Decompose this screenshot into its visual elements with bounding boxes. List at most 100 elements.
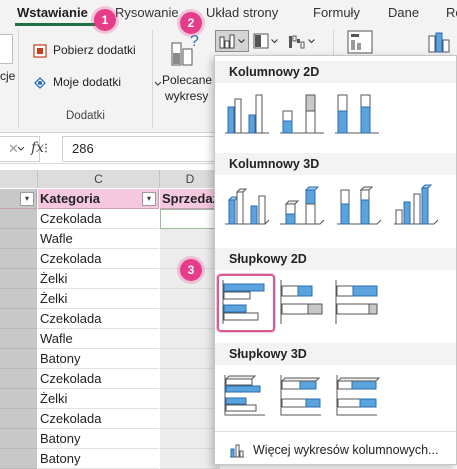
get-addins-button[interactable]: Pobierz dodatki [32,42,167,62]
recommended-charts-label-1: Polecane [162,73,213,87]
table-row[interactable] [0,309,37,329]
kategoria-cell[interactable]: Żelki [38,389,159,409]
header-cell-b[interactable]: ▾ [0,189,37,209]
column-chart-dropdown: Kolumnowy 2D Kolumnowy 3D Słupkowy 2D Sł… [214,55,457,465]
kategoria-cell[interactable]: Wafle [38,229,159,249]
column-header-d[interactable]: D [160,170,221,188]
sprzedaz-cell[interactable] [160,349,220,369]
step-badge-2: 2 [180,12,202,34]
sprzedaz-cell[interactable] [160,309,220,329]
table-row[interactable] [0,349,37,369]
clustered-column-icon [225,94,269,134]
kategoria-cell[interactable]: Batony [38,429,159,449]
kategoria-cell[interactable]: Żelki [38,269,159,289]
kategoria-cell[interactable]: Batony [38,349,159,369]
table-row[interactable] [0,389,37,409]
pivot-chart-button[interactable] [343,28,379,58]
table-row[interactable] [0,229,37,249]
sprzedaz-cell[interactable] [160,229,220,249]
stacked-100-column-3d-option[interactable] [333,180,385,232]
sprzedaz-cell[interactable] [160,389,220,409]
column-chart-button[interactable] [215,30,249,52]
waterfall-chart-icon [289,35,305,49]
kategoria-cell[interactable]: Czekolada [38,209,159,229]
cancel-icon[interactable]: ✕ [8,141,19,157]
cut-off-button[interactable] [0,34,13,64]
cut-off-label: cje [0,69,16,83]
clustered-bar-option[interactable] [217,274,275,332]
group-label-dodatki: Dodatki [66,110,105,122]
table-row[interactable] [0,249,37,269]
tab-recenzja[interactable]: Re [446,5,457,20]
sprzedaz-cell[interactable] [160,449,220,469]
clustered-column-option[interactable] [221,87,273,139]
kategoria-cell[interactable]: Czekolada [38,369,159,389]
stacked-100-bar-3d-option[interactable] [333,369,385,421]
sprzedaz-cell[interactable] [160,329,220,349]
hierarchy-chart-icon [253,33,269,49]
kategoria-cell[interactable]: Czekolada [38,309,159,329]
filter-dropdown-icon[interactable]: ▾ [142,192,156,206]
section-title-column-2d: Kolumnowy 2D [215,61,456,83]
waterfall-chart-button[interactable] [286,30,318,52]
column-3d-option[interactable] [390,180,442,232]
column-3d-icon [394,184,439,225]
stacked-100-bar-icon [335,280,378,324]
table-row[interactable] [0,289,37,309]
tab-wstawianie[interactable]: Wstawianie [17,5,88,20]
my-addins-button[interactable]: Moje dodatki [32,73,167,93]
table-row[interactable] [0,329,37,349]
stacked-column-option[interactable] [276,87,328,139]
divider [215,431,456,432]
kategoria-cell[interactable]: Czekolada [38,409,159,429]
column-header-b[interactable] [0,170,38,188]
stacked-bar-option[interactable] [278,276,330,328]
svg-text:?: ? [190,33,199,50]
stacked-column-3d-option[interactable] [276,180,328,232]
section-title-bar-2d: Słupkowy 2D [215,248,456,270]
chevron-down-icon [238,39,245,44]
ribbon-tab-bar: Wstawianie Rysowanie Układ strony Formuł… [0,0,457,26]
my-addins-label: Moje dodatki [53,75,122,89]
store-icon [33,44,47,58]
fx-label[interactable]: fx [31,140,44,156]
clustered-column-3d-option[interactable] [221,180,273,232]
sprzedaz-cell[interactable] [160,409,220,429]
divider [18,30,19,128]
tab-uklad-strony[interactable]: Układ strony [206,5,278,20]
table-row[interactable] [0,269,37,289]
column-header-c[interactable]: C [38,170,160,188]
sprzedaz-cell[interactable] [160,369,220,389]
table-row[interactable] [0,369,37,389]
stacked-column-icon [280,94,324,134]
header-cell-sprzedaz[interactable]: Sprzedaż [160,189,220,209]
stacked-100-column-icon [335,94,379,134]
recommended-charts-label-2: wykresy [165,89,209,103]
clustered-bar-3d-option[interactable] [221,369,273,421]
stacked-bar-3d-option[interactable] [277,369,329,421]
kategoria-cell[interactable]: Wafle [38,329,159,349]
section-title-column-3d: Kolumnowy 3D [215,153,456,175]
clustered-bar-icon [222,280,265,324]
table-row[interactable] [0,429,37,449]
header-cell-kategoria[interactable]: Kategoria ▾ [38,189,159,209]
kategoria-cell[interactable]: Czekolada [38,249,159,269]
sprzedaz-cell[interactable] [160,289,220,309]
more-column-charts-link[interactable]: Więcej wykresów kolumnowych... [253,443,438,457]
hierarchy-chart-button[interactable] [251,30,281,52]
tab-formuly[interactable]: Formuły [313,5,360,20]
recommended-charts-button[interactable]: ? Polecane wykresy [160,30,213,103]
table-row[interactable] [0,409,37,429]
kategoria-cell[interactable]: Batony [38,449,159,469]
table-row[interactable] [0,449,37,469]
more-charts-icon [230,444,244,458]
tab-dane[interactable]: Dane [388,5,419,20]
stacked-100-column-option[interactable] [331,87,383,139]
table-row[interactable] [0,209,37,229]
sprzedaz-cell[interactable] [160,429,220,449]
filter-dropdown-icon[interactable]: ▾ [20,192,34,206]
active-cell[interactable] [160,209,220,229]
kategoria-cell[interactable]: Żelki [38,289,159,309]
tab-rysowanie[interactable]: Rysowanie [115,5,179,20]
stacked-100-bar-option[interactable] [333,276,385,328]
